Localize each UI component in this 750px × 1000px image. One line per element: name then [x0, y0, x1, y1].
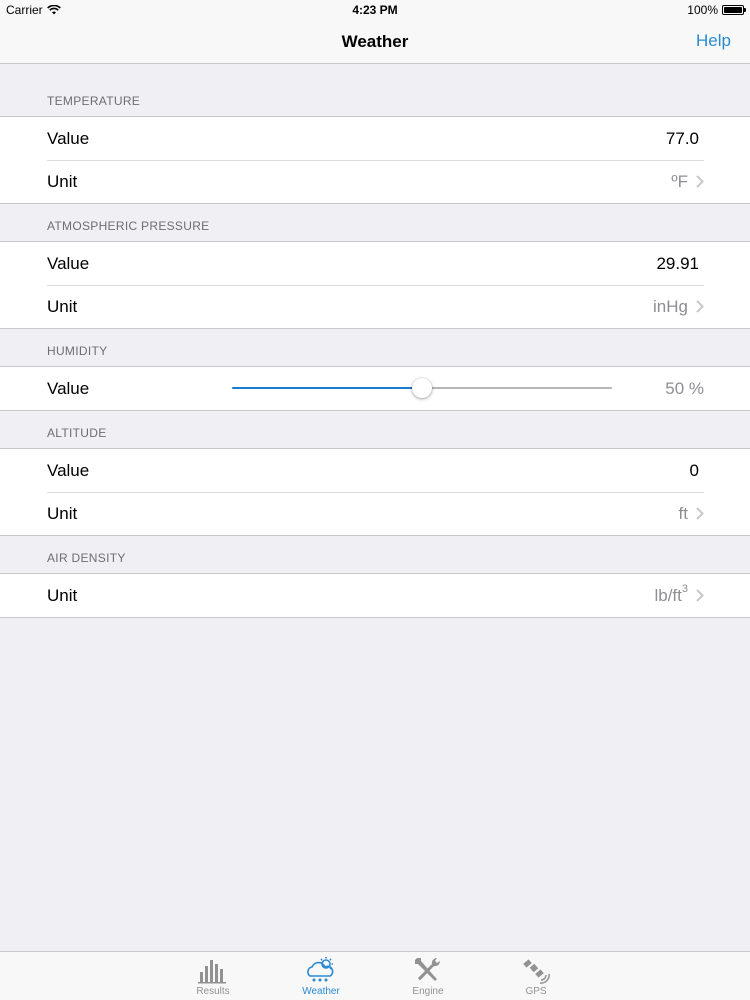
tab-engine[interactable]: Engine: [388, 952, 468, 1000]
temperature-unit-value: ºF: [671, 171, 688, 191]
humidity-value-row: Value 50 %: [0, 367, 750, 410]
row-label: Value: [47, 378, 90, 398]
slider-fill: [232, 387, 422, 389]
pressure-value-row[interactable]: Value 29.91: [0, 242, 750, 285]
chevron-right-icon: [696, 507, 704, 520]
temperature-value-row[interactable]: Value 77.0: [0, 117, 750, 160]
help-button[interactable]: Help: [696, 31, 731, 51]
tab-label: Engine: [412, 986, 444, 997]
temperature-unit-row[interactable]: Unit ºF: [0, 160, 750, 203]
row-label: Value: [47, 253, 90, 273]
bar-chart-icon: [198, 960, 226, 984]
density-unit-detail: lb/ft3: [654, 582, 704, 606]
chevron-right-icon: [696, 589, 704, 602]
row-label: Unit: [47, 296, 78, 316]
temperature-unit-detail: ºF: [671, 172, 704, 192]
tab-label: Results: [196, 986, 230, 997]
density-unit-row[interactable]: Unit lb/ft3: [0, 574, 750, 617]
tools-icon: [415, 957, 441, 981]
section-header-altitude: ALTITUDE: [47, 426, 107, 440]
battery: 100%: [687, 3, 746, 17]
tab-bar: Results Weather Engine GPS: [0, 951, 750, 1000]
tab-label: GPS: [525, 986, 547, 997]
altitude-unit-value: ft: [678, 503, 688, 523]
pressure-unit-value: inHg: [653, 296, 688, 316]
group-humidity: Value 50 %: [0, 366, 750, 411]
battery-icon: [722, 5, 746, 15]
tab-weather[interactable]: Weather: [281, 952, 361, 1000]
group-density: Unit lb/ft3: [0, 573, 750, 618]
pressure-value-field[interactable]: 29.91: [656, 254, 704, 274]
altitude-value-row[interactable]: Value 0: [0, 449, 750, 492]
group-altitude: Value 0 Unit ft: [0, 448, 750, 536]
row-label: Unit: [47, 503, 78, 523]
status-bar: Carrier 4:23 PM 100%: [0, 0, 750, 20]
tab-gps[interactable]: GPS: [496, 952, 576, 1000]
satellite-icon: [523, 959, 550, 984]
row-label: Unit: [47, 171, 78, 191]
section-header-temperature: TEMPERATURE: [47, 94, 141, 108]
tab-label: Weather: [302, 986, 340, 997]
row-label: Value: [47, 460, 90, 480]
temperature-value-field[interactable]: 77.0: [666, 129, 704, 149]
slider-thumb[interactable]: [412, 378, 432, 398]
page-title: Weather: [341, 32, 409, 51]
group-pressure: Value 29.91 Unit inHg: [0, 241, 750, 329]
section-header-density: AIR DENSITY: [47, 551, 126, 565]
humidity-slider[interactable]: [232, 367, 612, 410]
tab-results[interactable]: Results: [173, 952, 253, 1000]
row-label: Unit: [47, 585, 78, 605]
status-time: 4:23 PM: [352, 3, 398, 17]
altitude-unit-row[interactable]: Unit ft: [0, 492, 750, 535]
section-header-humidity: HUMIDITY: [47, 344, 108, 358]
humidity-percent: 50 %: [665, 378, 704, 398]
altitude-unit-detail: ft: [679, 504, 704, 524]
altitude-value-field[interactable]: 0: [690, 461, 704, 481]
group-temperature: Value 77.0 Unit ºF: [0, 116, 750, 204]
chevron-right-icon: [696, 300, 704, 313]
row-label: Value: [47, 128, 90, 148]
density-unit-value: lb/ft3: [654, 582, 688, 605]
settings-table: TEMPERATURE Value 77.0 Unit ºF ATMOSPHER…: [0, 64, 750, 618]
chevron-right-icon: [696, 175, 704, 188]
pressure-unit-detail: inHg: [653, 297, 704, 317]
battery-percent: 100%: [687, 3, 718, 17]
weather-cloud-icon: [307, 957, 334, 982]
pressure-unit-row[interactable]: Unit inHg: [0, 285, 750, 328]
section-header-pressure: ATMOSPHERIC PRESSURE: [47, 219, 210, 233]
nav-bar: Weather Help: [0, 20, 750, 64]
